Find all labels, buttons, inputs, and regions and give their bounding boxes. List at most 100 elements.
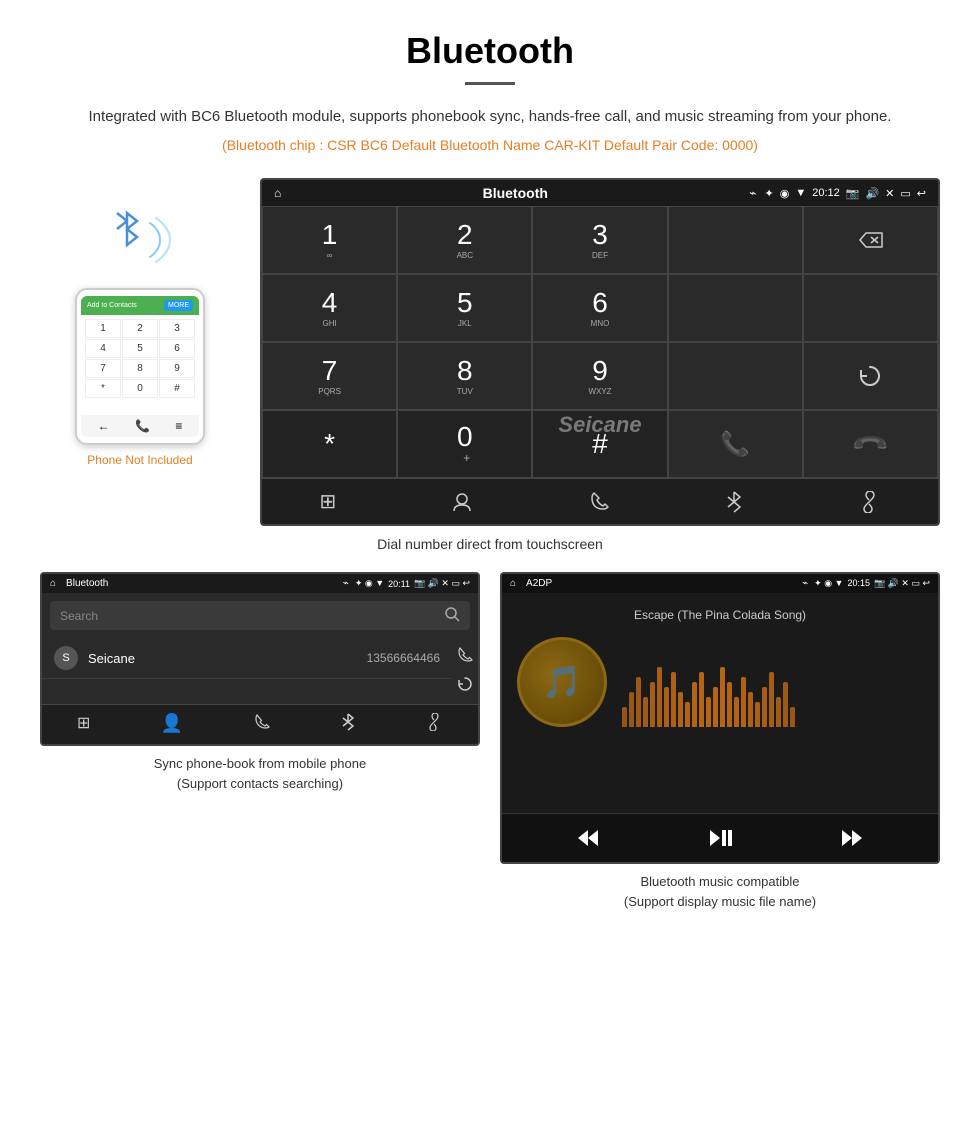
pb-nav-link[interactable] — [425, 713, 443, 736]
pb-status-icons: ✦ ◉ ▼ 20:11 📷 🔊 ✕ ▭ ↩ — [355, 578, 470, 589]
eq-bar-15 — [727, 682, 732, 727]
smartphone-dialpad: 1 2 3 4 5 6 7 8 9 * 0 # — [85, 319, 195, 398]
key-3-num: 3 — [592, 221, 608, 249]
dialpad-key-7: 7 — [85, 359, 121, 378]
car-nav-bar: ⊞ — [262, 478, 938, 524]
eq-bar-16 — [734, 697, 739, 727]
pb-nav-grid[interactable]: ⊞ — [77, 713, 90, 736]
pb-usb-icon: ⌁ — [343, 578, 349, 589]
car-key-7[interactable]: 7 PQRS — [262, 342, 397, 410]
pb-search-bar[interactable]: Search — [50, 601, 470, 630]
car-key-8[interactable]: 8 TUV — [397, 342, 532, 410]
camera-status-icon: 📷 — [846, 187, 860, 200]
nav-phone-icon[interactable] — [588, 489, 610, 514]
music-usb-icon: ⌁ — [802, 578, 808, 589]
car-call-red-key[interactable]: 📞 — [803, 410, 938, 478]
forward-button[interactable] — [840, 826, 864, 850]
pb-statusbar: ⌂ Bluetooth ⌁ ✦ ◉ ▼ 20:11 📷 🔊 ✕ ▭ ↩ — [42, 574, 478, 593]
pb-search-placeholder: Search — [60, 609, 98, 623]
eq-bar-21 — [769, 672, 774, 727]
nav-grid-icon[interactable]: ⊞ — [320, 489, 337, 514]
key-6-num: 6 — [592, 289, 608, 317]
music-card: ⌂ A2DP ⌁ ✦ ◉ ▼ 20:15 📷 🔊 ✕ ▭ ↩ Escape (T… — [500, 572, 940, 911]
car-refresh-key[interactable] — [803, 342, 938, 410]
car-key-0[interactable]: 0 + — [397, 410, 532, 478]
pb-nav-person[interactable]: 👤 — [160, 713, 182, 736]
key-2-num: 2 — [457, 221, 473, 249]
nav-contacts-icon[interactable] — [451, 489, 473, 514]
nav-bluetooth-icon[interactable] — [725, 489, 743, 514]
key-star-num: * — [324, 430, 335, 458]
eq-bar-10 — [692, 682, 697, 727]
pb-call-icon[interactable] — [456, 646, 474, 667]
song-title: Escape (The Pina Colada Song) — [634, 608, 806, 622]
key-2-sub: ABC — [457, 251, 473, 260]
green-phone-icon: 📞 — [720, 430, 750, 459]
smartphone-screen: 1 2 3 4 5 6 7 8 9 * 0 # — [81, 315, 199, 415]
statusbar-home-icon: ⌂ — [274, 186, 281, 200]
car-key-1[interactable]: 1 ∞ — [262, 206, 397, 274]
music-caption: Bluetooth music compatible(Support displ… — [500, 872, 940, 911]
dial-caption: Dial number direct from touchscreen — [40, 536, 940, 552]
car-key-4[interactable]: 4 GHI — [262, 274, 397, 342]
statusbar-icons: ✦ ◉ ▼ 20:12 📷 🔊 ✕ ▭ ↩ — [765, 187, 927, 200]
key-8-sub: TUV — [457, 387, 473, 396]
pb-refresh-icon[interactable] — [456, 675, 474, 696]
key-7-sub: PQRS — [318, 387, 341, 396]
dialpad-key-1: 1 — [85, 319, 121, 338]
car-key-star[interactable]: * — [262, 410, 397, 478]
key-1-num: 1 — [322, 221, 338, 249]
music-controls — [502, 813, 938, 862]
dialpad-key-2: 2 — [122, 319, 158, 338]
play-pause-button[interactable] — [708, 826, 732, 850]
eq-bar-12 — [706, 697, 711, 727]
eq-bar-5 — [657, 667, 662, 727]
key-7-num: 7 — [322, 357, 338, 385]
contact-row-seicane[interactable]: S Seicane 13566664466 — [42, 638, 452, 679]
dialpad-key-4: 4 — [85, 339, 121, 358]
dialpad-key-6: 6 — [159, 339, 195, 358]
key-3-sub: DEF — [592, 251, 608, 260]
volume-status-icon: 🔊 — [865, 187, 879, 200]
eq-bar-20 — [762, 687, 767, 727]
car-backspace-key[interactable] — [803, 206, 938, 274]
phone-side: Add to Contacts MORE 1 2 3 4 5 6 7 8 9 * — [40, 178, 240, 467]
music-note-icon: 🎵 — [542, 663, 582, 701]
eq-bar-4 — [650, 682, 655, 727]
pb-bottom-nav: ⊞ 👤 — [42, 704, 478, 744]
key-5-sub: JKL — [458, 319, 472, 328]
pb-list-area: S Seicane 13566664466 — [42, 638, 452, 704]
smartphone-back-icon: ← — [98, 419, 110, 433]
phonebook-card: ⌂ Bluetooth ⌁ ✦ ◉ ▼ 20:11 📷 🔊 ✕ ▭ ↩ Sear… — [40, 572, 480, 911]
car-dialpad-grid[interactable]: 1 ∞ 2 ABC 3 DEF — [262, 206, 938, 478]
car-key-empty-1 — [668, 206, 803, 274]
rewind-button[interactable] — [576, 826, 600, 850]
music-screen: ⌂ A2DP ⌁ ✦ ◉ ▼ 20:15 📷 🔊 ✕ ▭ ↩ Escape (T… — [500, 572, 940, 864]
key-9-num: 9 — [592, 357, 608, 385]
car-key-2[interactable]: 2 ABC — [397, 206, 532, 274]
spec-text: (Bluetooth chip : CSR BC6 Default Blueto… — [40, 137, 940, 153]
eq-bar-17 — [741, 677, 746, 727]
car-key-3[interactable]: 3 DEF — [532, 206, 667, 274]
dialpad-key-9: 9 — [159, 359, 195, 378]
dialpad-key-3: 3 — [159, 319, 195, 338]
title-divider — [465, 82, 515, 85]
pb-home-icon: ⌂ — [50, 578, 56, 589]
car-call-green-key[interactable]: 📞 — [668, 410, 803, 478]
car-dial-screen: ⌂ Bluetooth ⌁ ✦ ◉ ▼ 20:12 📷 🔊 ✕ ▭ ↩ — [260, 178, 940, 526]
car-key-hash[interactable]: # — [532, 410, 667, 478]
car-key-5[interactable]: 5 JKL — [397, 274, 532, 342]
nav-link-icon[interactable] — [858, 489, 880, 514]
main-screen-section: Add to Contacts MORE 1 2 3 4 5 6 7 8 9 * — [40, 178, 940, 526]
music-status-icons: ✦ ◉ ▼ 20:15 📷 🔊 ✕ ▭ ↩ — [814, 578, 930, 589]
car-key-empty-2 — [668, 274, 803, 342]
pb-nav-phone[interactable] — [253, 713, 271, 736]
pb-nav-bt[interactable] — [341, 713, 355, 736]
key-4-num: 4 — [322, 289, 338, 317]
music-statusbar: ⌂ A2DP ⌁ ✦ ◉ ▼ 20:15 📷 🔊 ✕ ▭ ↩ — [502, 574, 938, 593]
time-display: 20:12 — [812, 187, 840, 199]
car-key-6[interactable]: 6 MNO — [532, 274, 667, 342]
smartphone-bottom-bar: ← 📞 ≡ — [81, 415, 199, 437]
smartphone-mockup: Add to Contacts MORE 1 2 3 4 5 6 7 8 9 * — [75, 288, 205, 445]
car-key-9[interactable]: 9 WXYZ — [532, 342, 667, 410]
